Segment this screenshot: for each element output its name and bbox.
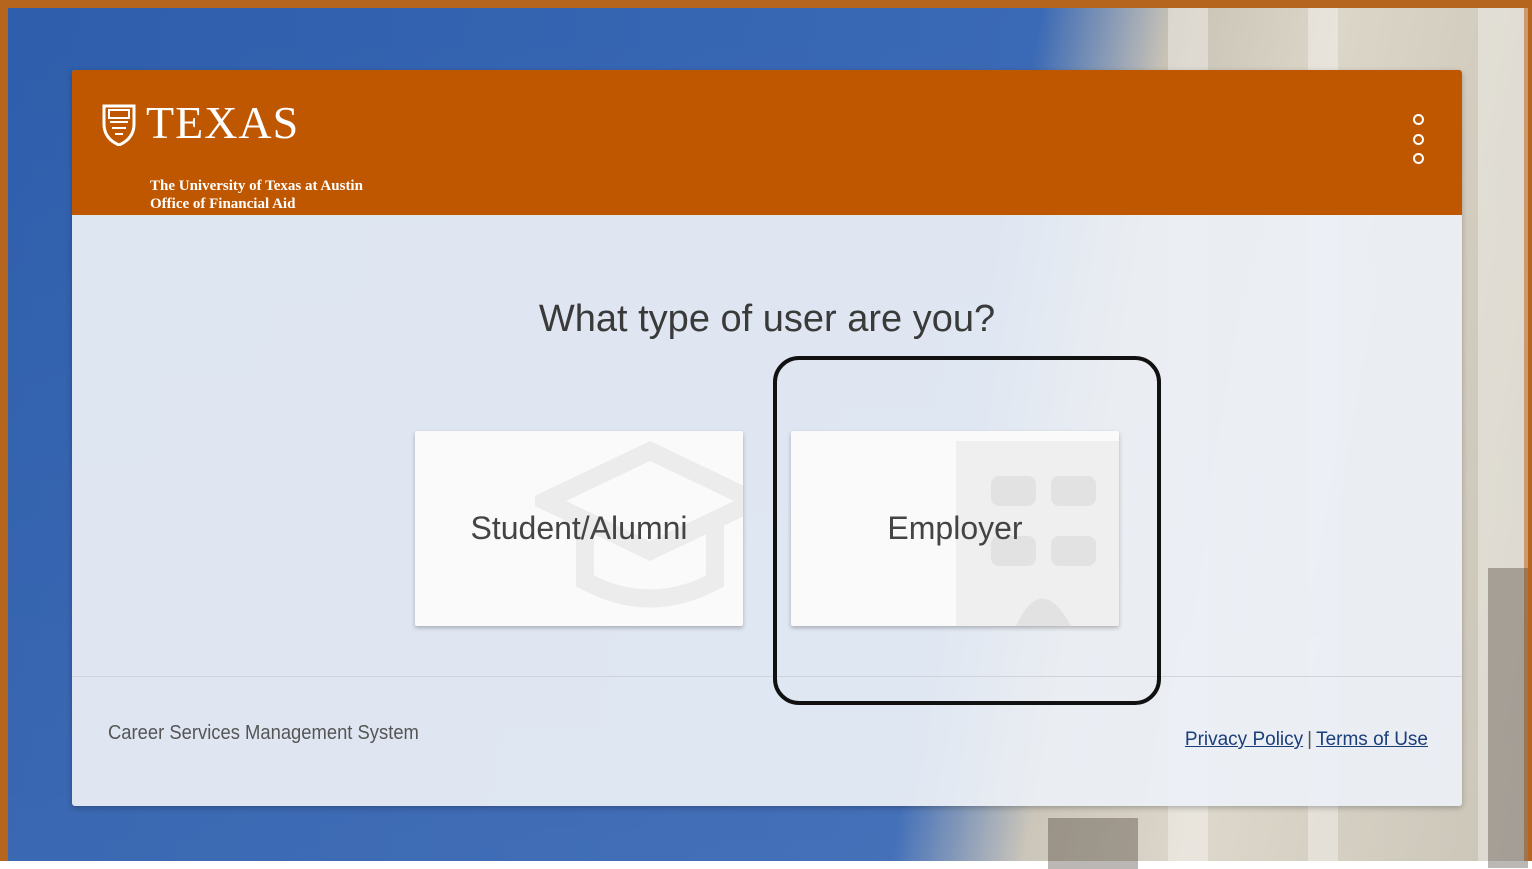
footer-links: Privacy Policy | Terms of Use: [1185, 729, 1428, 751]
building-window: [1048, 818, 1138, 869]
privacy-policy-link[interactable]: Privacy Policy: [1185, 729, 1303, 750]
shield-icon: [102, 104, 136, 146]
header-bar: TEXAS The University of Texas at Austin …: [72, 70, 1462, 215]
student-alumni-label: Student/Alumni: [470, 510, 688, 546]
footer-divider: [72, 676, 1462, 677]
employer-label: Employer: [887, 510, 1023, 546]
employer-button[interactable]: Employer: [791, 431, 1119, 626]
footer-separator: |: [1307, 729, 1313, 750]
university-name: The University of Texas at Austin: [150, 178, 363, 194]
more-vertical-icon[interactable]: [1410, 114, 1426, 164]
system-name: Career Services Management System: [108, 722, 419, 744]
brand-title: TEXAS: [146, 97, 300, 148]
menu-dot: [1412, 114, 1424, 125]
building-window: [1488, 568, 1528, 868]
terms-of-use-link[interactable]: Terms of Use: [1316, 729, 1428, 750]
menu-dot: [1412, 133, 1424, 145]
office-name: Office of Financial Aid: [150, 196, 296, 212]
student-alumni-button[interactable]: Student/Alumni: [415, 431, 743, 626]
login-card: TEXAS The University of Texas at Austin …: [72, 70, 1462, 806]
menu-dot: [1412, 153, 1424, 164]
page-title: What type of user are you?: [538, 298, 996, 340]
ut-logo: TEXAS The University of Texas at Austin …: [102, 97, 442, 212]
